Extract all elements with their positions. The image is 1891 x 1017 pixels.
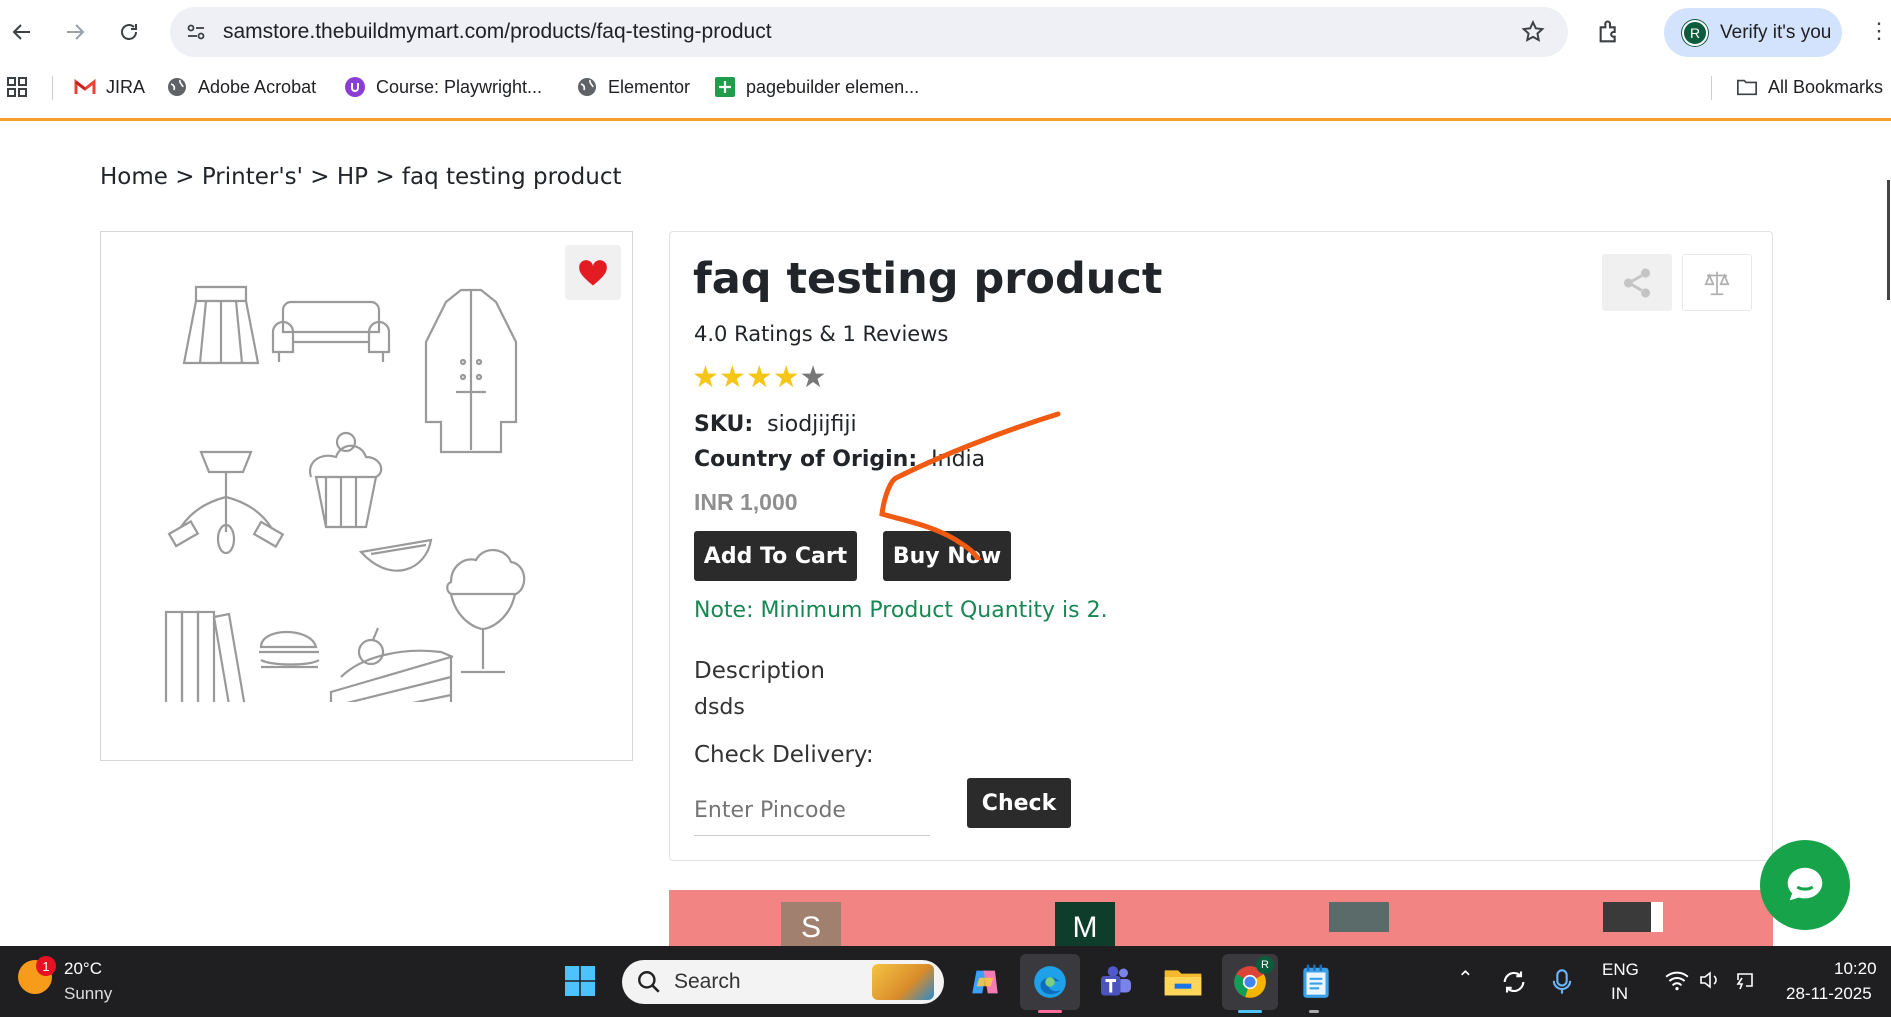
breadcrumb[interactable]: Home > Printer's' > HP > faq testing pro… (100, 164, 622, 190)
extensions-icon[interactable] (1596, 18, 1624, 51)
related-tile[interactable]: M (1055, 902, 1115, 946)
active-indicator (1038, 1010, 1062, 1013)
pincode-input[interactable] (694, 786, 930, 836)
globe-icon (166, 76, 188, 98)
share-icon (1623, 268, 1651, 297)
star-icon: ★ (772, 361, 800, 394)
volume-icon[interactable] (1698, 968, 1722, 992)
related-products-band: S M (669, 890, 1773, 946)
notification-badge: 1 (36, 956, 56, 976)
avatar: R (1682, 19, 1708, 46)
all-bookmarks[interactable]: All Bookmarks (1736, 76, 1883, 98)
check-delivery-button[interactable]: Check (967, 778, 1071, 828)
windows-taskbar: 1 20°C Sunny Search R ⌃ ENG IN 10:20 28-… (0, 946, 1891, 1017)
url-text[interactable]: samstore.thebuildmymart.com/products/faq… (223, 20, 772, 44)
reload-icon[interactable] (111, 14, 147, 50)
folder-icon (1736, 76, 1758, 98)
wishlist-button[interactable] (565, 245, 621, 300)
windows-start-icon[interactable] (562, 963, 598, 999)
product-image[interactable] (100, 231, 633, 761)
share-button[interactable] (1602, 254, 1672, 311)
clock-time[interactable]: 10:20 (1834, 959, 1877, 979)
search-highlight-image (872, 964, 934, 1000)
back-icon[interactable] (4, 14, 40, 50)
divider (1711, 76, 1712, 100)
divider (52, 76, 53, 100)
language-top[interactable]: ENG (1602, 960, 1639, 980)
heart-icon (579, 259, 607, 285)
sku-label: SKU: (694, 412, 754, 437)
site-settings-icon[interactable] (184, 20, 208, 49)
chevron-up-icon[interactable]: ⌃ (1457, 966, 1474, 991)
wifi-icon[interactable] (1664, 968, 1690, 992)
compare-button[interactable] (1682, 254, 1752, 311)
menu-kebab-icon[interactable]: ⋮ (1868, 18, 1890, 44)
annotation-arrow (879, 411, 1061, 560)
scale-icon (1704, 271, 1730, 295)
notepad-icon[interactable] (1296, 960, 1336, 1004)
star-icon: ★ (718, 361, 746, 394)
product-placeholder-illustration (164, 285, 526, 702)
weather-desc[interactable]: Sunny (64, 984, 112, 1004)
accent-bar (0, 118, 1891, 121)
apps-grid-icon[interactable] (6, 76, 28, 98)
profile-badge: R (1256, 956, 1274, 974)
bookmark-elementor[interactable]: Elementor (576, 76, 690, 98)
description-heading: Description (694, 658, 825, 684)
sync-icon[interactable] (1500, 968, 1528, 996)
min-quantity-note: Note: Minimum Product Quantity is 2. (694, 598, 1108, 623)
edge-browser-icon[interactable] (1020, 954, 1080, 1010)
related-tile-thumbnail[interactable] (1603, 902, 1663, 932)
sheets-icon (714, 76, 736, 98)
forward-icon[interactable] (57, 14, 93, 50)
bookmark-course-playwright[interactable]: Course: Playwright... (344, 76, 542, 98)
running-indicator (1309, 1010, 1319, 1013)
address-bar[interactable]: samstore.thebuildmymart.com/products/faq… (170, 7, 1568, 57)
weather-temp[interactable]: 20°C (64, 959, 102, 979)
browser-chrome: samstore.thebuildmymart.com/products/faq… (0, 0, 1891, 121)
bookmark-jira[interactable]: JIRA (74, 76, 145, 98)
copilot-icon[interactable] (966, 963, 1004, 1001)
microphone-icon[interactable] (1550, 968, 1574, 996)
profile-button[interactable]: R Verify it's you (1664, 8, 1842, 57)
battery-charging-icon[interactable] (1732, 968, 1758, 992)
active-indicator (1238, 1010, 1262, 1013)
chat-bubble-icon (1787, 867, 1823, 901)
profile-label: Verify it's you (1720, 21, 1832, 43)
related-tile[interactable]: S (781, 902, 841, 946)
description-text: dsds (694, 695, 745, 720)
bookmark-star-icon[interactable] (1520, 19, 1546, 50)
language-bottom[interactable]: IN (1611, 984, 1628, 1004)
check-delivery-heading: Check Delivery: (694, 742, 874, 768)
taskbar-search[interactable]: Search (622, 960, 944, 1004)
gmail-icon (74, 76, 96, 98)
course-icon (344, 76, 366, 98)
bookmarks-bar: JIRA Adobe Acrobat Course: Playwright...… (0, 66, 1891, 110)
search-label: Search (674, 970, 741, 993)
chat-widget-button[interactable] (1760, 840, 1850, 930)
star-rating: ★★★★★ (692, 360, 827, 395)
bookmark-pagebuilder[interactable]: pagebuilder elemen... (714, 76, 919, 98)
globe-icon (576, 76, 598, 98)
star-icon: ★ (692, 361, 719, 394)
scrollbar[interactable] (1887, 180, 1890, 300)
search-icon (638, 971, 660, 993)
clock-date[interactable]: 28-11-2025 (1786, 984, 1872, 1004)
ratings-summary[interactable]: 4.0 Ratings & 1 Reviews (694, 322, 948, 346)
chrome-browser-icon[interactable]: R (1222, 954, 1278, 1010)
bookmark-adobe-acrobat[interactable]: Adobe Acrobat (166, 76, 316, 98)
star-empty-icon: ★ (799, 361, 827, 394)
related-tile-thumbnail[interactable] (1329, 902, 1389, 932)
star-icon: ★ (745, 361, 773, 394)
product-title: faq testing product (693, 254, 1163, 304)
teams-icon[interactable] (1096, 962, 1136, 1002)
product-price: INR 1,000 (694, 489, 798, 515)
file-explorer-icon[interactable] (1162, 962, 1204, 1002)
